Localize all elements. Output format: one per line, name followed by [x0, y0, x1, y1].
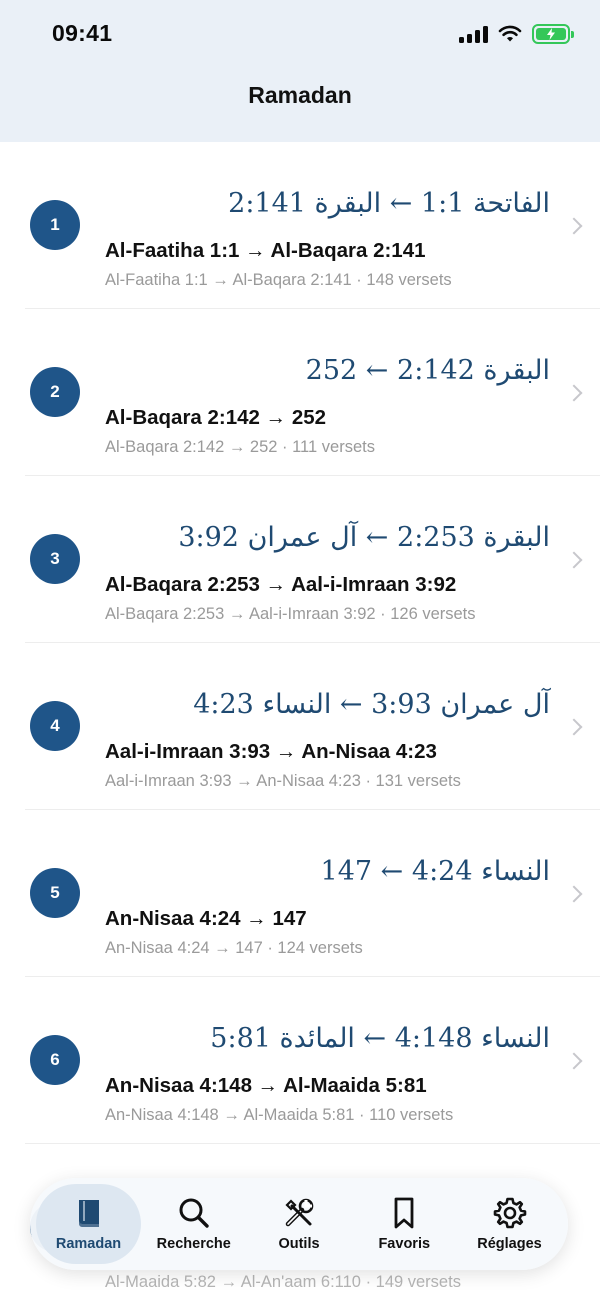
chevron-right-icon	[565, 384, 583, 402]
page-title: Ramadan	[248, 82, 352, 108]
status-time: 09:41	[52, 20, 113, 46]
item-subtitle: Al-Baqara 2:253 → Aal-i-Imraan 3:92 · 12…	[105, 605, 476, 623]
item-subtitle: Al-Faatiha 1:1 → Al-Baqara 2:141 · 148 v…	[105, 271, 452, 289]
tab-outils[interactable]: Outils	[247, 1184, 352, 1264]
arabic-range: آل عمران 3:93 ← النساء 4:23	[193, 689, 550, 720]
item-subtitle: Aal-i-Imraan 3:93 → An-Nisaa 4:23 · 131 …	[105, 772, 461, 790]
tab-ramadan[interactable]: Ramadan	[36, 1184, 141, 1264]
wifi-icon	[498, 25, 522, 42]
item-subtitle: Al-Baqara 2:142 → 252 · 111 versets	[105, 438, 375, 456]
signal-icon	[459, 25, 488, 43]
item-number-badge: 1	[30, 200, 80, 250]
chevron-right-icon	[565, 217, 583, 235]
item-number-badge: 5	[30, 868, 80, 918]
battery-icon	[532, 24, 574, 44]
tab-label: Outils	[278, 1236, 320, 1252]
list-item[interactable]: 4 آل عمران 3:93 ← النساء 4:23 Aal-i-Imra…	[0, 643, 600, 810]
tab-label: Recherche	[156, 1236, 231, 1252]
item-number-badge: 3	[30, 534, 80, 584]
tab-bar: Ramadan Recherche Outils Favoris Réglage…	[30, 1178, 568, 1270]
list-item[interactable]: 2 البقرة 2:142 ← 252 Al-Baqara 2:142 → 2…	[0, 309, 600, 476]
chevron-right-icon	[565, 885, 583, 903]
item-title: An-Nisaa 4:24 → 147	[105, 907, 307, 930]
juz-list: 1 الفاتحة 1:1 ← البقرة 2:141 Al-Faatiha …	[0, 142, 600, 1299]
tab-label: Réglages	[477, 1236, 542, 1252]
arabic-range: البقرة 2:253 ← آل عمران 3:92	[178, 522, 550, 553]
item-subtitle: An-Nisaa 4:148 → Al-Maaida 5:81 · 110 ve…	[105, 1106, 454, 1124]
top-bar: 09:41 Ramadan	[0, 0, 600, 142]
status-icons	[459, 22, 574, 46]
item-title: Aal-i-Imraan 3:93 → An-Nisaa 4:23	[105, 740, 437, 763]
arabic-range: البقرة 2:142 ← 252	[305, 355, 550, 386]
item-number-badge: 6	[30, 1035, 80, 1085]
item-number-badge: 4	[30, 701, 80, 751]
tab-label: Ramadan	[55, 1236, 122, 1252]
item-title: Al-Faatiha 1:1 → Al-Baqara 2:141	[105, 239, 426, 262]
item-number-badge: 2	[30, 367, 80, 417]
chevron-right-icon	[565, 718, 583, 736]
list-item[interactable]: 1 الفاتحة 1:1 ← البقرة 2:141 Al-Faatiha …	[0, 142, 600, 309]
bookmark-icon	[394, 1197, 414, 1229]
arabic-range: الفاتحة 1:1 ← البقرة 2:141	[228, 188, 550, 219]
book-icon	[78, 1200, 99, 1227]
item-title: An-Nisaa 4:148 → Al-Maaida 5:81	[105, 1074, 427, 1097]
tab-recherche[interactable]: Recherche	[141, 1184, 246, 1264]
list-item[interactable]: 6 النساء 4:148 ← المائدة 5:81 An-Nisaa 4…	[0, 977, 600, 1144]
item-subtitle: An-Nisaa 4:24 → 147 · 124 versets	[105, 939, 363, 957]
item-subtitle: Al-Maaida 5:82 → Al-An'aam 6:110 · 149 v…	[105, 1273, 461, 1291]
chevron-right-icon	[565, 1052, 583, 1070]
arabic-range: النساء 4:148 ← المائدة 5:81	[210, 1023, 550, 1054]
tab-favoris[interactable]: Favoris	[352, 1184, 457, 1264]
tab-reglages[interactable]: Réglages	[457, 1184, 562, 1264]
chevron-right-icon	[565, 551, 583, 569]
arabic-range: النساء 4:24 ← 147	[320, 856, 550, 887]
item-title: Al-Baqara 2:253 → Aal-i-Imraan 3:92	[105, 573, 457, 596]
search-icon	[179, 1198, 209, 1228]
list-item[interactable]: 3 البقرة 2:253 ← آل عمران 3:92 Al-Baqara…	[0, 476, 600, 643]
tab-label: Favoris	[378, 1236, 431, 1252]
tools-icon	[285, 1198, 314, 1227]
list-item[interactable]: 5 النساء 4:24 ← 147 An-Nisaa 4:24 → 147 …	[0, 810, 600, 977]
bolt-icon	[547, 28, 555, 40]
item-title: Al-Baqara 2:142 → 252	[105, 406, 327, 429]
gear-icon	[493, 1197, 526, 1229]
